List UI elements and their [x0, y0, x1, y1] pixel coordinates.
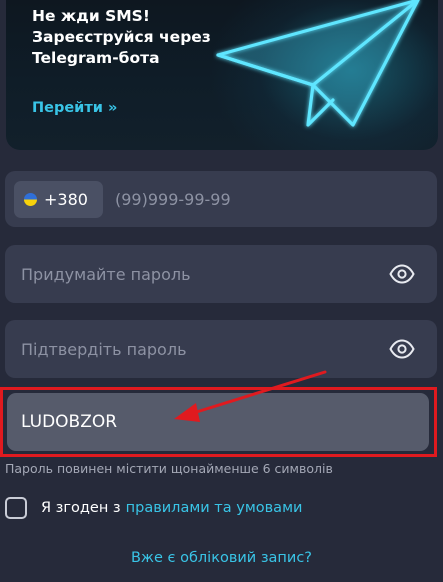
promo-code-input[interactable]: [19, 393, 419, 451]
country-code: +380: [44, 190, 88, 209]
promo-code-field: [7, 393, 429, 451]
confirm-password-input[interactable]: [19, 320, 369, 378]
country-code-selector[interactable]: +380: [14, 181, 103, 218]
registration-form: Не жди SMS! Зареєструйся через Telegram-…: [0, 0, 443, 582]
login-link[interactable]: Вже є обліковий запис?: [0, 550, 443, 566]
telegram-promo-banner[interactable]: Не жди SMS! Зареєструйся через Telegram-…: [6, 0, 438, 150]
terms-checkbox[interactable]: [5, 497, 27, 519]
password-hint: Пароль повинен містити щонайменше 6 симв…: [5, 461, 333, 476]
confirm-password-field: [5, 320, 437, 378]
eye-icon[interactable]: [389, 264, 415, 284]
terms-link[interactable]: правилами та умовами: [126, 500, 303, 516]
banner-title: Не жди SMS! Зареєструйся через Telegram-…: [32, 6, 252, 69]
password-field: [5, 245, 437, 303]
banner-title-line: Telegram-бота: [32, 49, 160, 67]
terms-text: Я згоден з: [41, 500, 121, 516]
banner-title-line: Зареєструйся через: [32, 28, 211, 46]
banner-title-line: Не жди SMS!: [32, 7, 150, 25]
phone-field: +380: [5, 171, 437, 227]
ukraine-flag-icon: [24, 193, 37, 206]
terms-agreement: Я згоден з правилами та умовами: [5, 497, 302, 519]
banner-go-link[interactable]: Перейти »: [32, 100, 117, 116]
phone-input[interactable]: [113, 181, 423, 218]
eye-icon[interactable]: [389, 339, 415, 359]
password-input[interactable]: [19, 245, 369, 303]
